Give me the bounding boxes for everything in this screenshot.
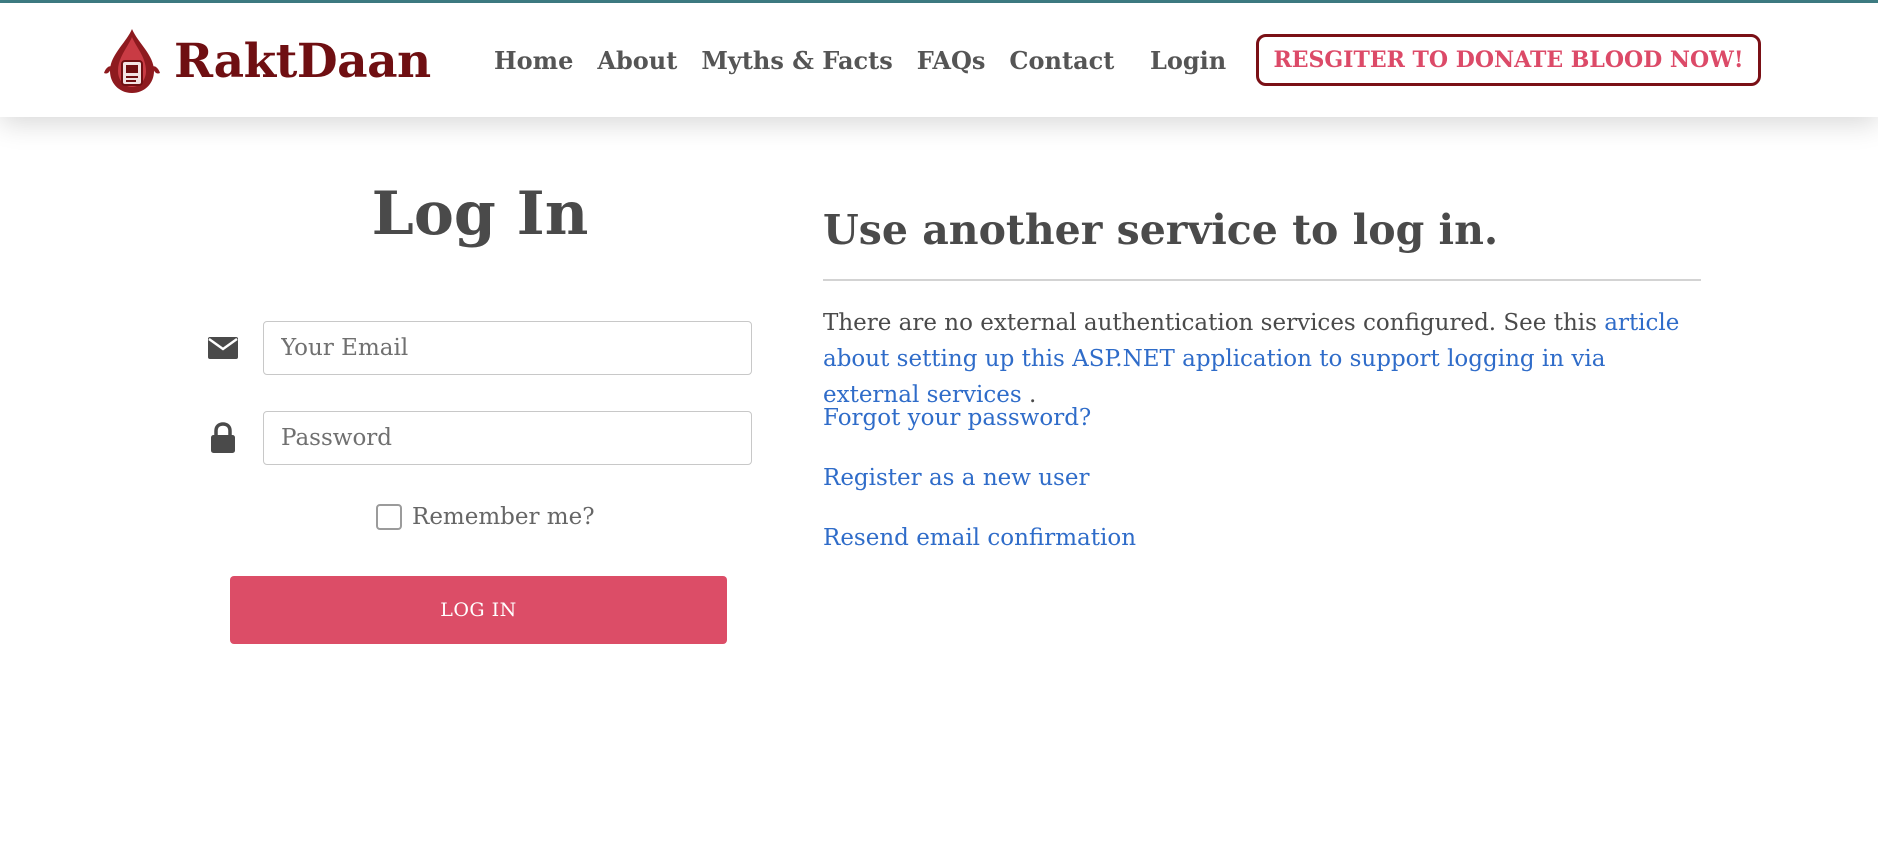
forgot-password-link[interactable]: Forgot your password? (823, 400, 1091, 436)
nav-contact[interactable]: Contact (1009, 46, 1114, 76)
envelope-icon (200, 328, 246, 368)
nav-faqs[interactable]: FAQs (917, 46, 986, 76)
nav-login[interactable]: Login (1150, 46, 1226, 76)
resend-confirmation-link[interactable]: Resend email confirmation (823, 520, 1136, 556)
login-button[interactable]: LOG IN (230, 576, 727, 644)
external-login-info: There are no external authentication ser… (823, 305, 1703, 413)
nav-home[interactable]: Home (494, 46, 573, 76)
lock-icon (200, 418, 246, 458)
password-input[interactable] (263, 411, 752, 465)
register-link[interactable]: Register as a new user (823, 460, 1089, 496)
password-row (200, 411, 752, 465)
login-title: Log In (371, 179, 589, 249)
remember-me[interactable]: Remember me? (376, 504, 595, 530)
brand-link[interactable]: RaktDaan (100, 27, 431, 95)
main-nav: Home About Myths & Facts FAQs Contact (494, 46, 1138, 76)
navbar: RaktDaan Home About Myths & Facts FAQs C… (0, 3, 1878, 117)
email-row (200, 321, 752, 375)
nav-about[interactable]: About (597, 46, 677, 76)
blood-drop-logo-icon (104, 29, 160, 93)
remember-checkbox[interactable] (376, 504, 402, 530)
divider (823, 279, 1701, 281)
register-donate-button[interactable]: RESGITER TO DONATE BLOOD NOW! (1256, 34, 1761, 86)
remember-label: Remember me? (412, 504, 595, 530)
brand-name: RaktDaan (174, 33, 431, 89)
external-login-title: Use another service to log in. (823, 206, 1499, 254)
nav-myths-facts[interactable]: Myths & Facts (701, 46, 892, 76)
external-info-text: There are no external authentication ser… (823, 310, 1605, 336)
email-input[interactable] (263, 321, 752, 375)
